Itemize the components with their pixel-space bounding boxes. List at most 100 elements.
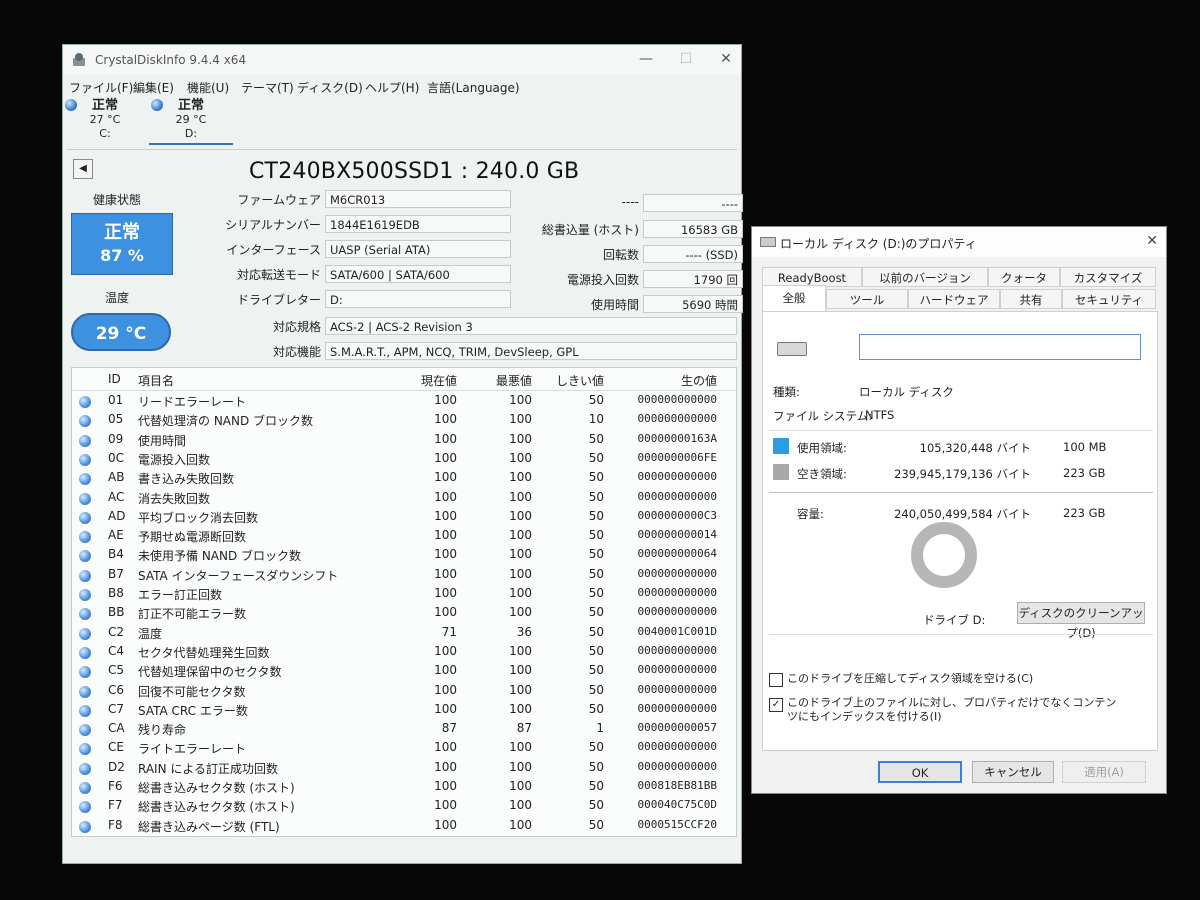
attr-threshold: 50 <box>588 586 604 600</box>
table-row[interactable]: CE ライトエラーレート 100 100 50 000000000000 <box>72 740 736 759</box>
attr-threshold: 50 <box>588 643 604 658</box>
close-icon[interactable]: ✕ <box>1146 233 1158 249</box>
index-checkbox[interactable]: ✓ <box>769 698 783 712</box>
col-current[interactable]: 現在値 <box>402 372 457 389</box>
tab-previous-versions[interactable]: 以前のバージョン <box>862 267 988 287</box>
tab-sharing[interactable]: 共有 <box>1000 289 1062 309</box>
menu-theme[interactable]: テーマ(T) <box>241 79 294 96</box>
tab-quota[interactable]: クォータ <box>988 267 1060 287</box>
table-row[interactable]: B8 エラー訂正回数 100 100 50 000000000000 <box>72 586 736 605</box>
attr-name: 使用時間 <box>138 433 187 448</box>
tab-security[interactable]: セキュリティ <box>1062 289 1156 309</box>
maximize-button[interactable]: ☐ <box>671 51 701 67</box>
attr-current: 100 <box>434 566 457 581</box>
minimize-button[interactable]: — <box>631 51 661 67</box>
col-threshold[interactable]: しきい値 <box>542 372 604 389</box>
attr-worst: 100 <box>509 470 532 485</box>
attr-id: AC <box>108 489 125 504</box>
close-button[interactable]: ✕ <box>711 51 741 67</box>
table-row[interactable]: 09 使用時間 100 100 50 00000000163A <box>72 432 736 451</box>
status-good-icon <box>79 415 91 428</box>
table-row[interactable]: AB 書き込み失敗回数 100 100 50 000000000000 <box>72 470 736 489</box>
table-row[interactable]: F7 総書き込みセクタ数 (ホスト) 100 100 50 000040C75C0D <box>72 798 736 817</box>
table-row[interactable]: F6 総書き込みセクタ数 (ホスト) 100 100 50 000818EB81BB <box>72 779 736 798</box>
attr-raw: 000000000000 <box>637 663 717 677</box>
status-good-icon <box>79 531 91 544</box>
disk-model: CT240BX500SSD1 : 240.0 GB <box>249 159 580 184</box>
status-good-icon <box>79 782 91 794</box>
status-good-icon <box>79 762 91 775</box>
table-row[interactable]: 05 代替処理済の NAND ブロック数 100 100 10 000000000000 <box>72 412 736 431</box>
table-row[interactable]: B7 SATA インターフェースダウンシフト 100 100 50 00000000000… <box>72 567 736 586</box>
table-row[interactable]: C6 回復不可能セクタ数 100 100 50 000000000000 <box>72 683 736 702</box>
col-name[interactable]: 項目名 <box>138 372 174 389</box>
status-good-icon <box>79 569 91 582</box>
tab-general[interactable]: 全般 <box>762 285 826 312</box>
table-row[interactable]: AE 予期せぬ電源断回数 100 100 50 000000000014 <box>72 528 736 547</box>
table-row[interactable]: AD 平均ブロック消去回数 100 100 50 0000000000C3 <box>72 509 736 528</box>
status-good-icon <box>79 801 91 814</box>
tab-readyboost[interactable]: ReadyBoost <box>762 267 862 287</box>
table-row[interactable]: B4 未使用予備 NAND ブロック数 100 100 50 000000000064 <box>72 547 736 566</box>
compress-checkbox[interactable] <box>769 673 783 687</box>
attr-current: 100 <box>434 740 457 755</box>
attr-raw: 0000000006FE <box>637 450 717 464</box>
attr-current: 100 <box>434 586 457 600</box>
attr-current: 100 <box>434 431 457 446</box>
attr-worst: 100 <box>509 566 532 581</box>
table-row[interactable]: C2 温度 71 36 50 0040001C001D <box>72 625 736 644</box>
attr-name: 総書き込みセクタ数 (ホスト) <box>138 781 295 795</box>
menu-file[interactable]: ファイル(F) <box>69 79 133 96</box>
table-row[interactable]: 01 リードエラーレート 100 100 50 000000000000 <box>72 393 736 412</box>
status-good-icon <box>79 492 91 505</box>
menu-help[interactable]: ヘルプ(H) <box>365 79 419 96</box>
ok-button[interactable]: OK <box>878 761 962 783</box>
used-space-label: 使用領域: <box>797 441 847 455</box>
col-worst[interactable]: 最悪値 <box>472 372 532 389</box>
menu-function[interactable]: 機能(U) <box>187 79 229 96</box>
attr-current: 100 <box>434 470 457 485</box>
table-row[interactable]: D2 RAIN による訂正成功回数 100 100 50 000000000000 <box>72 760 736 779</box>
drive-tab-d[interactable]: 正常 29 °C D: <box>149 97 233 145</box>
attr-current: 100 <box>434 450 457 465</box>
previous-disk-button[interactable]: ◀ <box>73 159 93 179</box>
cancel-button[interactable]: キャンセル <box>972 761 1054 783</box>
table-row[interactable]: F8 総書き込みページ数 (FTL) 100 100 50 0000515CCF20 <box>72 818 736 837</box>
table-row[interactable]: AC 消去失敗回数 100 100 50 000000000000 <box>72 490 736 509</box>
health-status-box[interactable]: 正常 87 % <box>71 213 173 275</box>
apply-button[interactable]: 適用(A) <box>1062 761 1146 783</box>
dialog-title-bar: ローカル ディスク (D:)のプロパティ ✕ <box>752 227 1166 257</box>
temperature-label: 温度 <box>105 291 130 305</box>
smart-table-header: ID 項目名 現在値 最悪値 しきい値 生の値 <box>72 368 736 391</box>
menu-edit[interactable]: 編集(E) <box>133 79 174 96</box>
temperature-value[interactable]: 29 °C <box>71 313 171 351</box>
col-raw[interactable]: 生の値 <box>617 372 717 389</box>
attr-threshold: 50 <box>588 663 604 678</box>
col-id[interactable]: ID <box>108 372 121 386</box>
attr-threshold: 50 <box>588 508 604 523</box>
table-row[interactable]: 0C 電源投入回数 100 100 50 0000000006FE <box>72 451 736 470</box>
table-row[interactable]: C5 代替処理保留中のセクタ数 100 100 50 000000000000 <box>72 663 736 682</box>
attr-raw: 000000000000 <box>637 586 717 599</box>
table-row[interactable]: BB 訂正不可能エラー数 100 100 50 000000000000 <box>72 605 736 624</box>
drive-letter-label: ドライブ D: <box>923 613 986 627</box>
drive-letter: C: <box>99 127 111 140</box>
disk-cleanup-button[interactable]: ディスクのクリーンアップ(D) <box>1017 602 1145 640</box>
drive-tabs: 正常 27 °C C: 正常 29 °C D: <box>63 97 741 145</box>
tab-hardware[interactable]: ハードウェア <box>908 289 1000 309</box>
table-row[interactable]: C7 SATA CRC エラー数 100 100 50 000000000000 <box>72 702 736 721</box>
table-row[interactable]: C4 セクタ代替処理発生回数 100 100 50 000000000000 <box>72 644 736 663</box>
menu-disk[interactable]: ディスク(D) <box>297 79 363 96</box>
table-row[interactable]: CA 残り寿命 87 87 1 000000000057 <box>72 721 736 740</box>
menu-language[interactable]: 言語(Language) <box>427 79 520 96</box>
window-title: CrystalDiskInfo 9.4.4 x64 <box>95 53 247 67</box>
interface-label: インターフェース <box>226 243 321 257</box>
tab-tools[interactable]: ツール <box>826 289 908 309</box>
attr-threshold: 50 <box>588 566 604 581</box>
smart-table[interactable]: ID 項目名 現在値 最悪値 しきい値 生の値 01 リードエラーレート 100 10… <box>71 367 737 837</box>
attr-id: C6 <box>108 682 125 697</box>
volume-name-input[interactable] <box>859 334 1141 360</box>
attr-threshold: 50 <box>588 470 604 485</box>
tab-customize[interactable]: カスタマイズ <box>1060 267 1156 287</box>
drive-tab-c[interactable]: 正常 27 °C C: <box>63 97 147 143</box>
